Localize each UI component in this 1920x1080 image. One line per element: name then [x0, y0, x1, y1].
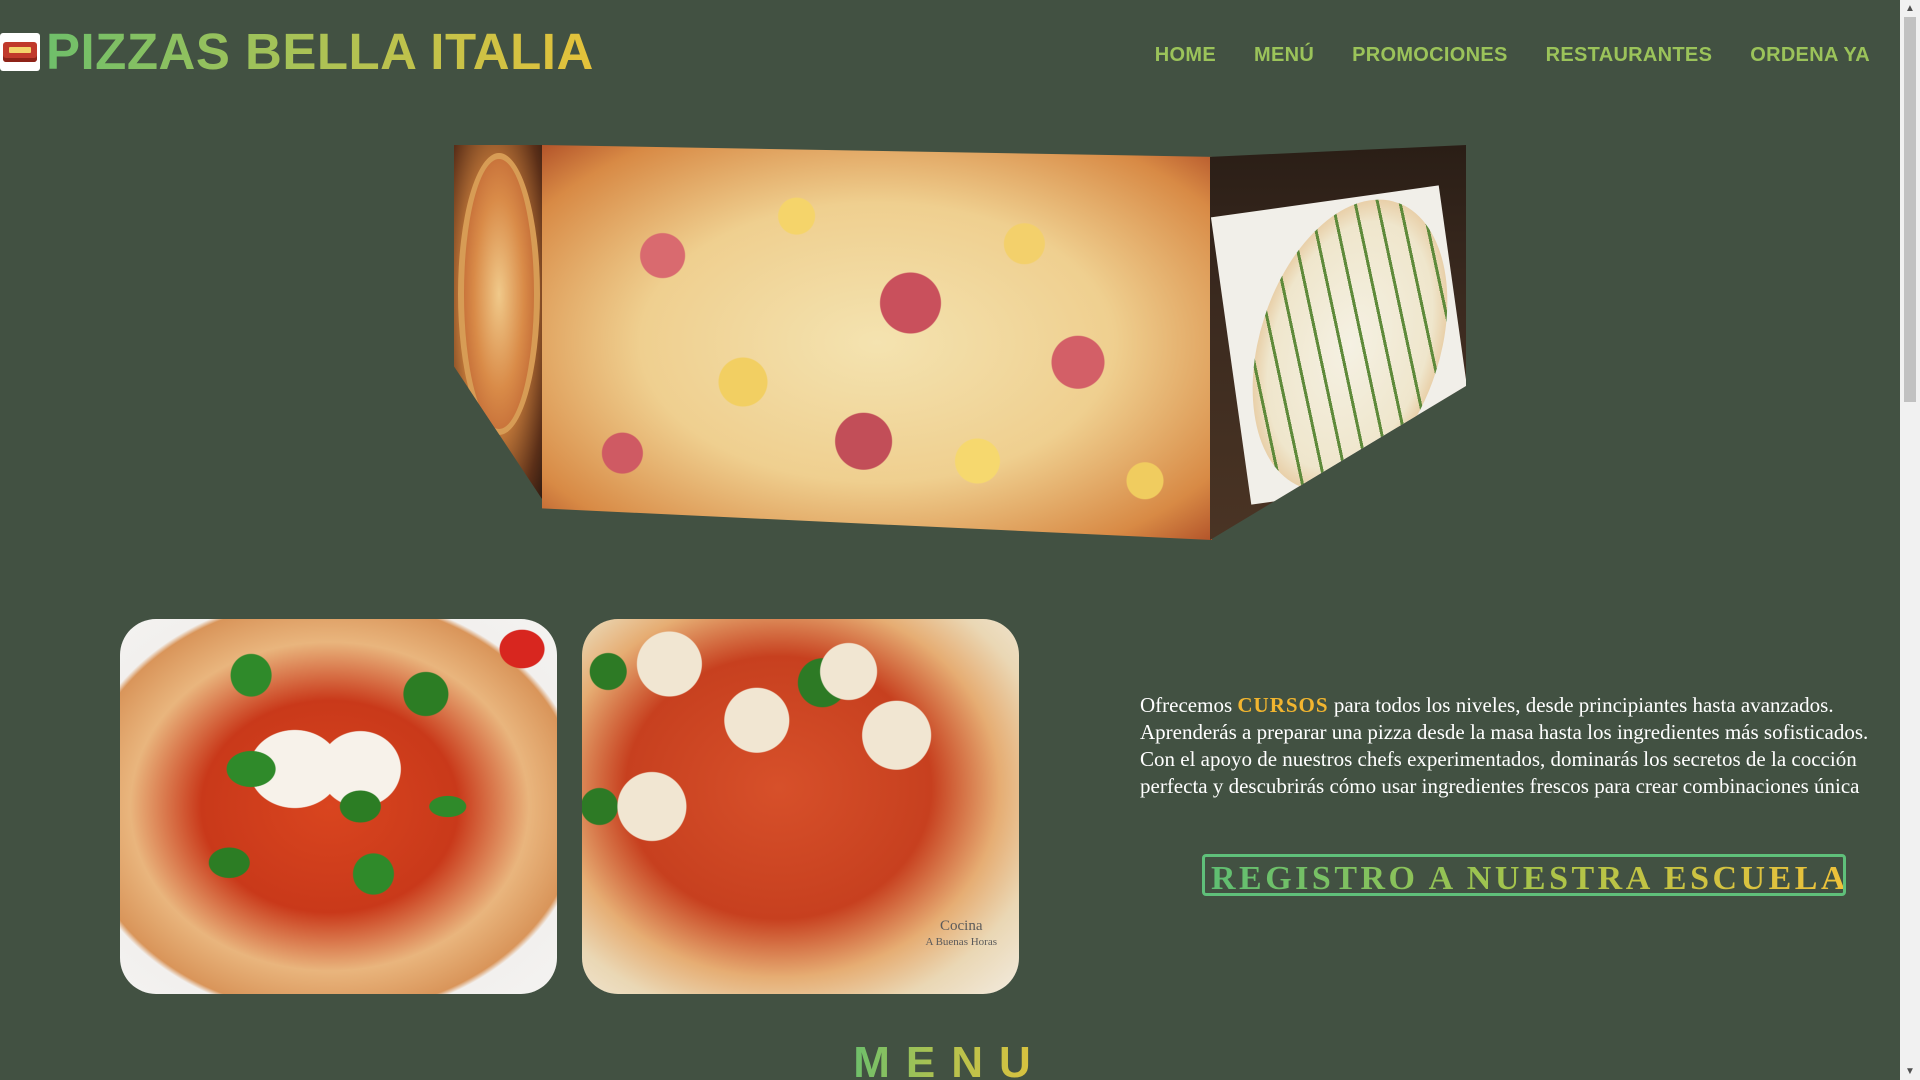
courses-highlight: CURSOS [1237, 693, 1329, 717]
scroll-up-icon[interactable]: ▲ [1900, 0, 1920, 17]
scrollbar-thumb[interactable] [1904, 17, 1916, 402]
pizza-margherita-image [120, 619, 557, 994]
logo[interactable] [0, 33, 40, 71]
nav-promociones[interactable]: PROMOCIONES [1352, 44, 1508, 67]
pizza-hawaiana-image [542, 145, 1212, 540]
nav-home[interactable]: HOME [1155, 44, 1216, 67]
register-school-button[interactable]: REGISTRO A NUESTRA ESCUELA [1202, 854, 1846, 896]
hero-cube-carousel[interactable] [454, 145, 1466, 540]
scroll-down-icon[interactable]: ▼ [1900, 1063, 1920, 1080]
page: PIZZAS BELLA ITALIA HOME MENÚ PROMOCIONE… [0, 0, 1900, 1080]
brand-title[interactable]: PIZZAS BELLA ITALIA [46, 22, 594, 82]
pizza-box-icon [3, 42, 37, 62]
courses-description: Ofrecemos CURSOS para todos los niveles,… [1140, 693, 1869, 798]
vertical-scrollbar[interactable]: ▲ ▼ [1900, 0, 1920, 1080]
menu-section-heading: MENU [0, 1038, 1900, 1080]
image-watermark: Cocina A Buenas Horas [925, 918, 998, 948]
nav-restaurantes[interactable]: RESTAURANTES [1546, 44, 1713, 67]
nav-menu[interactable]: MENÚ [1254, 44, 1314, 67]
pizza-left-image [454, 145, 544, 502]
pizza-verde-image [1210, 145, 1466, 540]
main-nav: HOME MENÚ PROMOCIONES RESTAURANTES ORDEN… [1155, 44, 1870, 67]
pizza-queso-cabra-image: Cocina A Buenas Horas [582, 619, 1019, 994]
nav-ordena-ya[interactable]: ORDENA YA [1750, 44, 1870, 67]
